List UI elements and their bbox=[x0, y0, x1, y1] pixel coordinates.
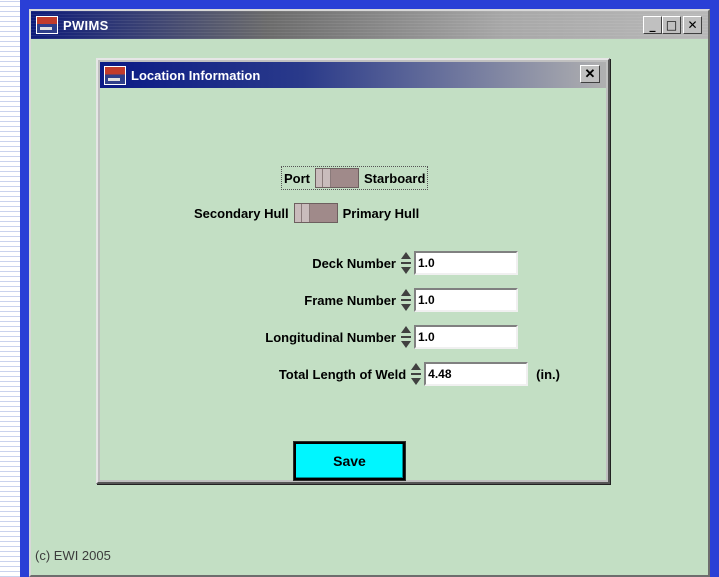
deck-number-input[interactable]: 1.0 bbox=[414, 251, 518, 275]
dialog-title: Location Information bbox=[131, 67, 261, 83]
spinner-down-icon[interactable] bbox=[400, 341, 411, 348]
hull-toggle[interactable] bbox=[293, 203, 338, 223]
frame-number-row: Frame Number 1.0 bbox=[304, 288, 518, 312]
frame-number-input[interactable]: 1.0 bbox=[414, 288, 518, 312]
minimize-icon[interactable]: _ bbox=[643, 16, 662, 34]
dialog-app-icon[interactable] bbox=[104, 65, 126, 85]
spinner-down-icon[interactable] bbox=[400, 304, 411, 311]
deck-number-spinner[interactable] bbox=[399, 252, 412, 274]
dialog-title-bar[interactable]: Location Information ✕ bbox=[100, 62, 606, 88]
main-window: PWIMS _ □ ✕ (c) EWI 2005 Location Inform… bbox=[20, 0, 719, 577]
starboard-label: Starboard bbox=[364, 170, 426, 186]
spinner-up-icon[interactable] bbox=[400, 289, 411, 296]
longitudinal-number-row: Longitudinal Number 1.0 bbox=[265, 325, 518, 349]
location-information-dialog: Location Information ✕ Port Starboard Se… bbox=[96, 58, 610, 484]
window-controls: _ □ ✕ bbox=[643, 16, 702, 34]
spinner-up-icon[interactable] bbox=[400, 252, 411, 259]
weld-length-input[interactable]: 4.48 bbox=[424, 362, 529, 386]
spinner-down-icon[interactable] bbox=[400, 267, 411, 274]
close-icon[interactable]: ✕ bbox=[683, 16, 702, 34]
dialog-close-icon[interactable]: ✕ bbox=[580, 65, 600, 83]
spinner-down-icon[interactable] bbox=[410, 378, 421, 385]
spinner-divider bbox=[400, 262, 411, 264]
weld-length-row: Total Length of Weld 4.48 (in.) bbox=[279, 362, 560, 386]
copyright-text: (c) EWI 2005 bbox=[35, 548, 111, 563]
maximize-icon[interactable]: □ bbox=[662, 16, 681, 34]
app-icon[interactable] bbox=[36, 16, 58, 34]
spinner-up-icon[interactable] bbox=[410, 363, 421, 370]
frame-number-label: Frame Number bbox=[304, 292, 396, 308]
longitudinal-number-input[interactable]: 1.0 bbox=[414, 325, 518, 349]
spinner-divider bbox=[400, 299, 411, 301]
spinner-divider bbox=[400, 336, 411, 338]
dialog-client-area: Port Starboard Secondary Hull Primary Hu… bbox=[100, 88, 606, 481]
background-pattern bbox=[0, 0, 20, 577]
primary-hull-label: Primary Hull bbox=[342, 205, 420, 221]
deck-number-row: Deck Number 1.0 bbox=[312, 251, 518, 275]
spinner-divider bbox=[410, 373, 421, 375]
weld-length-unit: (in.) bbox=[536, 366, 560, 382]
longitudinal-number-spinner[interactable] bbox=[399, 326, 412, 348]
hull-row: Secondary Hull Primary Hull bbox=[192, 202, 421, 224]
secondary-hull-label: Secondary Hull bbox=[194, 205, 289, 221]
spinner-up-icon[interactable] bbox=[400, 326, 411, 333]
longitudinal-number-label: Longitudinal Number bbox=[265, 329, 396, 345]
port-starboard-row: Port Starboard bbox=[281, 166, 429, 190]
weld-length-label: Total Length of Weld bbox=[278, 366, 407, 382]
port-label: Port bbox=[284, 170, 310, 186]
main-title-bar[interactable]: PWIMS _ □ ✕ bbox=[31, 11, 708, 39]
port-starboard-toggle[interactable] bbox=[315, 168, 359, 188]
save-button[interactable]: Save bbox=[293, 441, 406, 481]
main-window-title: PWIMS bbox=[63, 17, 109, 33]
weld-length-spinner[interactable] bbox=[409, 363, 422, 385]
frame-number-spinner[interactable] bbox=[399, 289, 412, 311]
deck-number-label: Deck Number bbox=[312, 255, 396, 271]
